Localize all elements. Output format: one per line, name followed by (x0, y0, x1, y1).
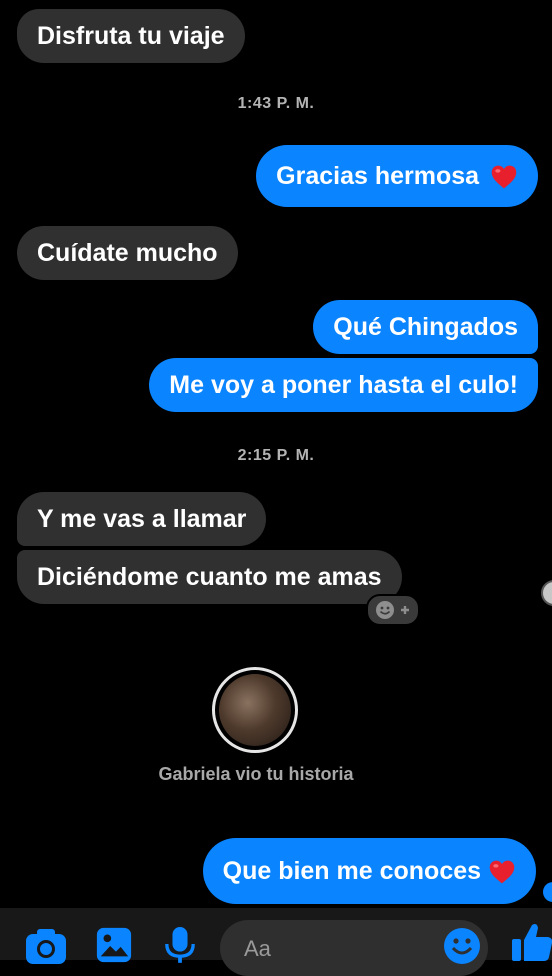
story-seen-caption: Gabriela vio tu historia (158, 764, 354, 784)
story-image (219, 674, 291, 746)
incoming-message-bubble[interactable]: Cuídate mucho (17, 226, 238, 280)
message-text: Que bien me conoces (222, 857, 482, 885)
incoming-message-bubble[interactable]: Y me vas a llamar (17, 492, 267, 546)
story-thumbnail[interactable] (212, 667, 298, 753)
timestamp: 1:43 P. M. (237, 95, 315, 112)
outgoing-message-bubble[interactable]: Qué Chingados (313, 300, 538, 354)
add-reaction-icon[interactable] (366, 594, 420, 626)
like-thumbs-up-icon[interactable] (510, 920, 552, 969)
heart-emoji-icon (488, 858, 516, 886)
camera-icon[interactable] (24, 926, 68, 971)
incoming-message-bubble[interactable]: Diciéndome cuanto me amas (17, 550, 402, 604)
message-text: Diciéndome cuanto me amas (37, 563, 382, 591)
message-text: Disfruta tu viaje (37, 22, 225, 50)
message-text: Y me vas a llamar (37, 505, 247, 533)
message-text: Gracias hermosa (276, 162, 480, 190)
outgoing-message-bubble[interactable]: Gracias hermosa (256, 145, 538, 207)
seen-avatar (541, 580, 552, 606)
message-composer[interactable] (220, 920, 488, 976)
message-text: Cuídate mucho (37, 239, 218, 267)
image-icon[interactable] (95, 926, 133, 969)
microphone-icon[interactable] (164, 925, 196, 968)
heart-emoji-icon (490, 163, 518, 191)
incoming-message-bubble[interactable]: Disfruta tu viaje (17, 9, 245, 63)
outgoing-message-bubble[interactable]: Me voy a poner hasta el culo! (149, 358, 538, 412)
timestamp: 2:15 P. M. (237, 447, 315, 464)
delivered-check-icon (543, 882, 552, 902)
outgoing-message-bubble[interactable]: Que bien me conoces (202, 838, 536, 904)
message-text: Me voy a poner hasta el culo! (169, 371, 518, 399)
message-text: Qué Chingados (333, 313, 518, 341)
emoji-icon[interactable] (442, 926, 482, 971)
